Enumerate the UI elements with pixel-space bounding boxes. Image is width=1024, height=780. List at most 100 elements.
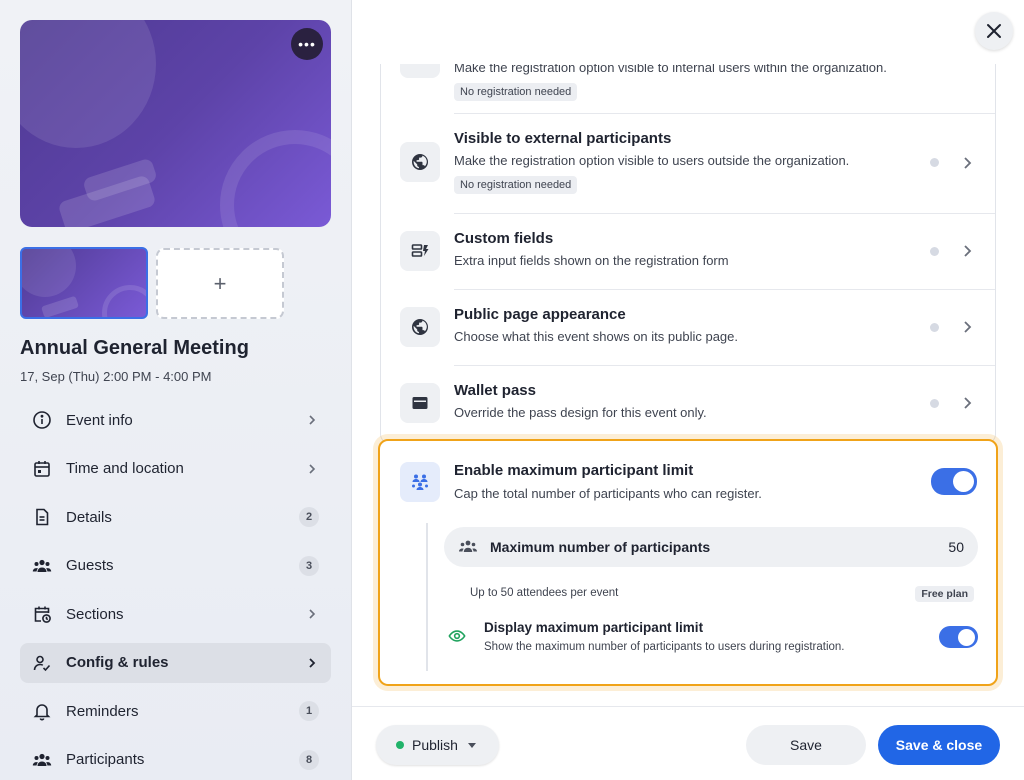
people-icon (30, 748, 54, 772)
option-description: Override the pass design for this event … (454, 405, 707, 420)
document-icon (30, 505, 54, 529)
wallet-icon (400, 383, 440, 423)
option-title: Wallet pass (454, 382, 536, 399)
option-text: Public page appearance Choose what this … (454, 306, 738, 344)
enable-limit-toggle[interactable] (931, 468, 977, 495)
group-icon (400, 462, 440, 502)
cover-thumbnail-selected[interactable] (20, 247, 148, 319)
save-close-button[interactable]: Save & close (878, 725, 1000, 765)
chevron-right-icon (964, 321, 972, 333)
max-participants-field[interactable]: Maximum number of participants 50 (444, 527, 978, 567)
option-row-internal[interactable]: Make the registration option visible to … (381, 64, 995, 102)
sidebar-item-label: Participants (66, 751, 145, 768)
eye-icon (448, 630, 466, 642)
calendar-clock-icon (30, 602, 54, 626)
option-tag: No registration needed (454, 83, 578, 101)
globe-icon (400, 142, 440, 182)
people-icon (30, 554, 54, 578)
participant-limit-section: Enable maximum participant limit Cap the… (378, 439, 998, 686)
option-tag: No registration needed (454, 176, 578, 194)
sidebar-item-reminders[interactable]: Reminders 1 (20, 691, 331, 731)
sidebar-item-guests[interactable]: Guests 3 (20, 546, 331, 586)
option-title: Public page appearance (454, 306, 626, 323)
sidebar-item-time-location[interactable]: Time and location (20, 449, 331, 489)
sidebar-item-config-rules[interactable]: Config & rules (20, 642, 331, 683)
chevron-right-icon (964, 245, 972, 257)
sidebar-item-label: Guests (66, 557, 114, 574)
user-check-icon (30, 651, 54, 675)
sidebar-item-label: Time and location (66, 460, 184, 477)
option-row-wallet-pass[interactable]: Wallet pass Override the pass design for… (381, 366, 995, 443)
form-field-icon (400, 231, 440, 271)
sidebar-item-sections[interactable]: Sections (20, 594, 331, 634)
footer-bar: Publish Save Save & close (352, 706, 1024, 780)
close-button[interactable] (975, 12, 1013, 50)
status-dot (396, 741, 404, 749)
chevron-right-icon (964, 397, 972, 409)
option-description: Make the registration option visible to … (454, 153, 850, 168)
status-dot (930, 158, 939, 167)
event-title: Annual General Meeting (20, 337, 249, 359)
max-participants-label: Maximum number of participants (490, 539, 711, 555)
toggle-knob (958, 628, 975, 646)
option-text: Visible to external participants Make th… (454, 130, 849, 194)
display-limit-toggle[interactable] (939, 626, 978, 648)
chevron-right-icon (309, 463, 316, 474)
thumb-decoration (41, 295, 79, 317)
option-row-custom-fields[interactable]: Custom fields Extra input fields shown o… (381, 214, 995, 289)
chevron-right-icon (309, 609, 316, 619)
sidebar-item-label: Config & rules (66, 654, 169, 671)
sidebar-nav: Event info Time and location Details 2 G… (20, 400, 331, 780)
option-description: Extra input fields shown on the registra… (454, 253, 729, 268)
option-row-public-page[interactable]: Public page appearance Choose what this … (381, 290, 995, 365)
registration-options-list: Make the registration option visible to … (380, 64, 996, 444)
calendar-icon (30, 457, 54, 481)
option-description: Make the registration option visible to … (454, 64, 887, 75)
option-text: Wallet pass Override the pass design for… (454, 382, 707, 420)
chevron-right-icon (309, 657, 316, 668)
close-icon (987, 24, 1001, 38)
publish-dropdown[interactable]: Publish (376, 725, 499, 765)
globe-icon (400, 307, 440, 347)
chevron-right-icon (309, 415, 316, 425)
thumb-decoration (22, 249, 76, 297)
caret-down-icon (467, 742, 476, 748)
sidebar-item-label: Details (66, 508, 112, 526)
chevron-right-icon (964, 157, 972, 169)
status-dot (930, 247, 939, 256)
info-icon (30, 408, 54, 432)
option-row-external[interactable]: Visible to external participants Make th… (381, 114, 995, 213)
option-text: Make the registration option visible to … (454, 64, 887, 101)
sidebar-item-details[interactable]: Details 2 (20, 497, 331, 537)
event-date: 17, Sep (Thu) 2:00 PM - 4:00 PM (20, 369, 212, 384)
limit-title: Enable maximum participant limit (454, 462, 694, 479)
sidebar-item-label: Event info (66, 411, 133, 429)
sidebar-item-label: Sections (66, 605, 124, 623)
people-icon (400, 64, 440, 78)
option-title: Visible to external participants (454, 130, 672, 147)
add-image-button[interactable]: + (156, 248, 284, 319)
count-badge: 2 (299, 507, 319, 527)
sidebar-item-label: Reminders (66, 702, 139, 720)
event-sidebar: ••• + Annual General Meeting 17, Sep (Th… (0, 0, 352, 780)
cover-decoration (20, 20, 156, 148)
event-cover-image[interactable]: ••• (20, 20, 331, 227)
count-badge: 8 (299, 749, 319, 770)
plan-badge: Free plan (915, 586, 974, 602)
people-icon (459, 540, 477, 552)
toggle-knob (953, 471, 974, 492)
option-title: Custom fields (454, 230, 554, 247)
max-participants-value: 50 (948, 539, 964, 555)
sidebar-item-event-info[interactable]: Event info (20, 400, 331, 440)
option-text: Custom fields Extra input fields shown o… (454, 230, 729, 268)
status-dot (930, 323, 939, 332)
more-options-button[interactable]: ••• (291, 28, 323, 60)
cover-decoration (220, 130, 331, 227)
save-button[interactable]: Save (746, 725, 866, 765)
option-description: Choose what this event shows on its publ… (454, 329, 739, 344)
display-limit-description: Show the maximum number of participants … (484, 641, 845, 653)
thumb-decoration (102, 285, 146, 317)
sidebar-item-participants[interactable]: Participants 8 (20, 740, 331, 780)
status-dot (930, 399, 939, 408)
limit-description: Cap the total number of participants who… (454, 486, 762, 501)
